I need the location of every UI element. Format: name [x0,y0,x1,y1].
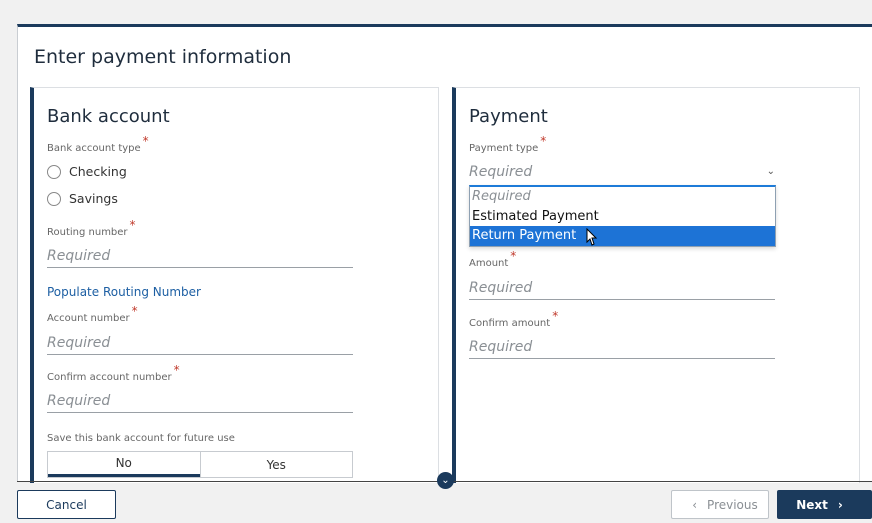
radio-checking-label: Checking [69,164,127,179]
save-account-toggle: No Yes [47,451,353,478]
payment-title: Payment [469,106,548,127]
cancel-button[interactable]: Cancel [17,490,116,519]
radio-circle-icon[interactable] [47,164,61,179]
next-label: Next [796,497,828,512]
save-account-label: Save this bank account for future use [47,433,235,444]
amount-input[interactable]: Required [469,277,775,300]
dropdown-option-return[interactable]: Return Payment [470,226,775,246]
chevron-left-icon: ‹ [692,497,698,512]
confirm-account-number-input[interactable]: Required [47,390,353,413]
radio-checking[interactable]: Checking [47,164,127,179]
chevron-down-icon: ⌄ [441,475,450,486]
bank-account-title: Bank account [47,106,170,127]
payment-type-label: Payment type* [469,134,547,154]
dropdown-option-required[interactable]: Required [470,187,775,207]
bank-account-panel: Bank account Bank account type* Checking… [30,87,439,483]
account-number-label: Account number* [47,304,138,324]
confirm-amount-label: Confirm amount* [469,309,559,329]
radio-circle-icon[interactable] [47,191,61,206]
payment-type-value: Required [469,164,533,180]
payment-type-dropdown: Required Estimated Payment Return Paymen… [469,185,776,247]
next-button[interactable]: Next › [777,490,872,519]
save-no-option[interactable]: No [48,452,200,477]
mouse-cursor-icon [586,228,598,246]
radio-savings-label: Savings [69,191,118,206]
scroll-down-button[interactable]: ⌄ [437,472,454,489]
populate-routing-link[interactable]: Populate Routing Number [47,285,201,299]
dropdown-option-estimated[interactable]: Estimated Payment [470,207,775,227]
required-marker: * [142,134,149,148]
payment-panel: Payment Payment type* Required ⌄ Require… [452,87,860,483]
confirm-account-number-label: Confirm account number* [47,363,180,383]
radio-savings[interactable]: Savings [47,191,118,206]
payment-form-card: Enter payment information Bank account B… [17,24,872,483]
account-number-input[interactable]: Required [47,332,353,355]
previous-label: Previous [707,497,758,512]
routing-number-label: Routing number* [47,218,136,238]
routing-number-input[interactable]: Required [47,245,353,268]
confirm-amount-input[interactable]: Required [469,336,775,359]
payment-type-select[interactable]: Required ⌄ [469,162,775,182]
bank-account-type-label: Bank account type* [47,134,149,154]
amount-label: Amount* [469,249,517,269]
save-yes-option[interactable]: Yes [199,452,353,477]
previous-button[interactable]: ‹ Previous [671,490,769,519]
chevron-down-icon[interactable]: ⌄ [767,162,775,182]
page-title: Enter payment information [34,46,292,68]
chevron-right-icon: › [837,497,843,512]
